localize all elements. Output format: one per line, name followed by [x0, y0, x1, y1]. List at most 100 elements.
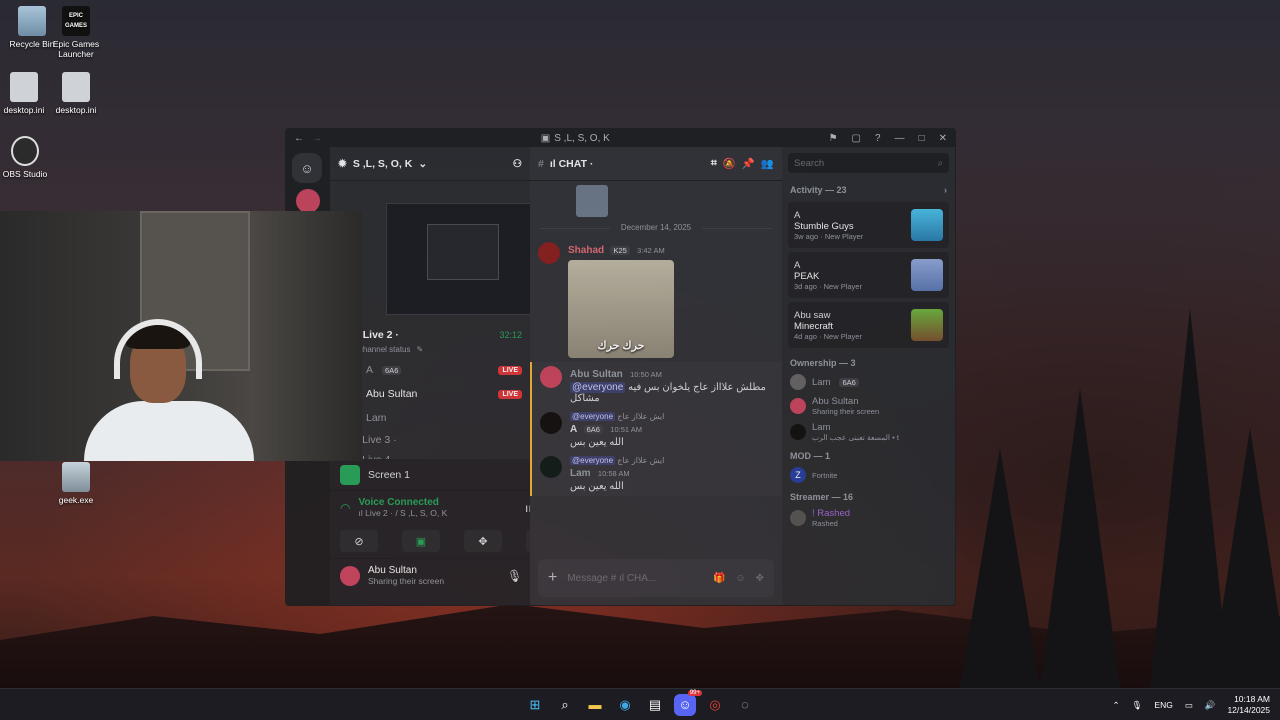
threads-icon[interactable]: ⌗ — [711, 157, 717, 170]
member-row[interactable]: Lam المسعة تعبنى عجب الرب • t — [782, 419, 955, 445]
member-list: Search ⌕ Activity — 23 › A Stumble Guys … — [782, 147, 955, 605]
mic-tray-icon[interactable]: 🎙 — [1132, 700, 1143, 711]
gift-icon[interactable]: 🎁 — [713, 573, 725, 584]
mic-icon[interactable]: 🎙 — [507, 569, 522, 583]
server-header[interactable]: ✹ S ,L, S, O, K ⌄ ⚇ — [330, 147, 530, 181]
avatar[interactable] — [540, 412, 562, 434]
image-caption: حرك حرك — [597, 340, 645, 352]
live-badge: LIVE — [498, 389, 522, 399]
members-icon[interactable]: 👥 — [761, 157, 774, 170]
message: @everyone ايش علااز عاج A 6A6 10:51 AM ا… — [530, 408, 782, 452]
voice-status[interactable]: Voice Connected — [358, 497, 447, 508]
desktop-icon-obs[interactable]: OBS Studio — [0, 136, 57, 179]
window-title-text: S ,L, S, O, K — [554, 132, 610, 144]
message-input[interactable]: Message # ıl CHA... — [567, 573, 703, 584]
activities-button[interactable]: ✥ — [464, 530, 502, 552]
discord-taskbar-icon[interactable]: ☺ 99+ — [674, 689, 702, 716]
previous-image[interactable] — [576, 185, 608, 217]
member-row[interactable]: Z Fortnite — [782, 464, 955, 486]
message-author[interactable]: A — [570, 424, 577, 435]
chat-header: # ıl CHAT · ⌗ 🔕 📌 👥 — [530, 147, 782, 181]
desktop-icon-desktop-ini[interactable]: desktop.ini — [44, 72, 108, 115]
file-explorer-icon[interactable]: ▬ — [584, 694, 606, 716]
emoji-icon[interactable]: ☺ — [735, 573, 745, 584]
reply-preview[interactable]: ايش علااز عاج — [617, 412, 664, 421]
message-image[interactable]: حرك حرك — [568, 260, 674, 358]
user-status: Sharing their screen — [368, 576, 445, 586]
avatar[interactable] — [540, 366, 562, 388]
mention[interactable]: @everyone — [570, 382, 626, 393]
desktop-icon-geek[interactable]: geek.exe — [44, 462, 108, 505]
voice-user-name: Abu Sultan — [366, 388, 418, 400]
stream-preview[interactable] — [386, 203, 546, 315]
clock[interactable]: 10:18 AM 12/14/2025 — [1227, 694, 1270, 716]
message-author[interactable]: Shahad — [568, 245, 604, 256]
desktop-icon-epic-games[interactable]: EPIC GAMES Epic Games Launcher — [44, 6, 108, 59]
role-header: Streamer — 16 — [790, 492, 854, 502]
chrome-icon[interactable]: ◎ — [704, 694, 726, 716]
game-thumbnail — [911, 309, 943, 341]
activity-card[interactable]: A Stumble Guys 3w ago · New Player — [788, 202, 949, 248]
forward-arrow-icon[interactable]: → — [312, 133, 322, 144]
activity-user: Abu saw — [794, 309, 831, 321]
minimize-icon[interactable]: — — [895, 133, 905, 144]
add-member-icon[interactable]: ⚇ — [513, 158, 522, 170]
obs-taskbar-icon[interactable]: ◌ — [734, 694, 756, 716]
edge-icon[interactable]: ◉ — [614, 694, 636, 716]
voice-location[interactable]: ıl Live 2 · / S ,L, S, O, K — [358, 508, 447, 518]
volume-icon[interactable]: 🔊 — [1205, 700, 1216, 711]
member-row[interactable]: ! Rashed Rashed — [782, 505, 955, 531]
chevron-up-icon[interactable]: ⌃ — [1112, 700, 1119, 711]
start-icon[interactable]: ⊞ — [524, 694, 546, 716]
store-icon[interactable]: ▤ — [644, 694, 666, 716]
message-time: 10:58 AM — [597, 469, 630, 478]
activity-user: A — [794, 259, 801, 271]
display-icon[interactable]: ▭ — [1185, 700, 1193, 711]
titlebar: ← → ▣ S ,L, S, O, K ⚑ ▢ ? — □ ✕ — [286, 129, 955, 147]
discord-home-icon[interactable]: ☺ — [292, 153, 322, 183]
avatar[interactable] — [538, 242, 560, 264]
help-icon[interactable]: ? — [875, 133, 881, 144]
server-avatar[interactable] — [296, 189, 320, 213]
maximize-icon[interactable]: □ — [919, 133, 925, 144]
epic-logo-text: EPIC GAMES — [64, 13, 87, 29]
back-arrow-icon[interactable]: ← — [294, 133, 304, 144]
mention[interactable]: @everyone — [570, 412, 616, 421]
member-row[interactable]: Abu Sultan Sharing their screen — [782, 393, 955, 419]
reply-preview[interactable]: ايش علااز عاج — [617, 456, 664, 465]
notification-off-icon[interactable]: 🔕 — [723, 157, 736, 170]
activity-card[interactable]: Abu saw Minecraft 4d ago · New Player — [788, 302, 949, 348]
close-icon[interactable]: ✕ — [939, 133, 947, 144]
file-icon — [10, 72, 38, 102]
activity-game: PEAK — [794, 270, 820, 282]
apps-icon[interactable]: ✥ — [756, 573, 764, 584]
voice-user-name: Lam — [366, 412, 387, 424]
share-screen-button[interactable]: ▣ — [402, 530, 440, 552]
inbox-icon[interactable]: ⚑ — [829, 133, 838, 144]
window-title: ▣ S ,L, S, O, K — [541, 133, 610, 144]
avatar[interactable] — [540, 456, 562, 478]
avatar — [790, 510, 806, 526]
member-name: Lam — [812, 422, 831, 433]
member-status: Fortnite — [812, 470, 838, 480]
window-controls: ⚑ ▢ ? — □ ✕ — [829, 133, 947, 144]
live-timer: 32:12 — [499, 330, 522, 340]
search-icon[interactable]: ⌕ — [554, 694, 576, 716]
camera-off-button[interactable]: ⊘ — [340, 530, 378, 552]
signal-icon: ◠ — [340, 500, 351, 515]
search-input[interactable]: Search ⌕ — [788, 153, 949, 173]
message-author[interactable]: Abu Sultan — [570, 369, 623, 380]
avatar[interactable] — [340, 565, 360, 586]
activity-card[interactable]: A PEAK 3d ago · New Player — [788, 252, 949, 298]
screen-icon[interactable]: ▢ — [852, 133, 861, 144]
clock-date: 12/14/2025 — [1227, 705, 1270, 715]
member-row[interactable]: Lam 6A6 — [782, 371, 955, 393]
activity-header[interactable]: Activity — 23 › — [782, 179, 955, 198]
add-attachment-icon[interactable]: + — [548, 569, 557, 587]
message-author[interactable]: Lam — [570, 468, 591, 479]
activity-meta: New Player — [824, 231, 864, 241]
language-indicator[interactable]: ENG — [1154, 700, 1172, 710]
mention[interactable]: @everyone — [570, 456, 616, 465]
stream-preview-inner — [427, 224, 499, 280]
pin-icon[interactable]: 📌 — [742, 157, 755, 170]
